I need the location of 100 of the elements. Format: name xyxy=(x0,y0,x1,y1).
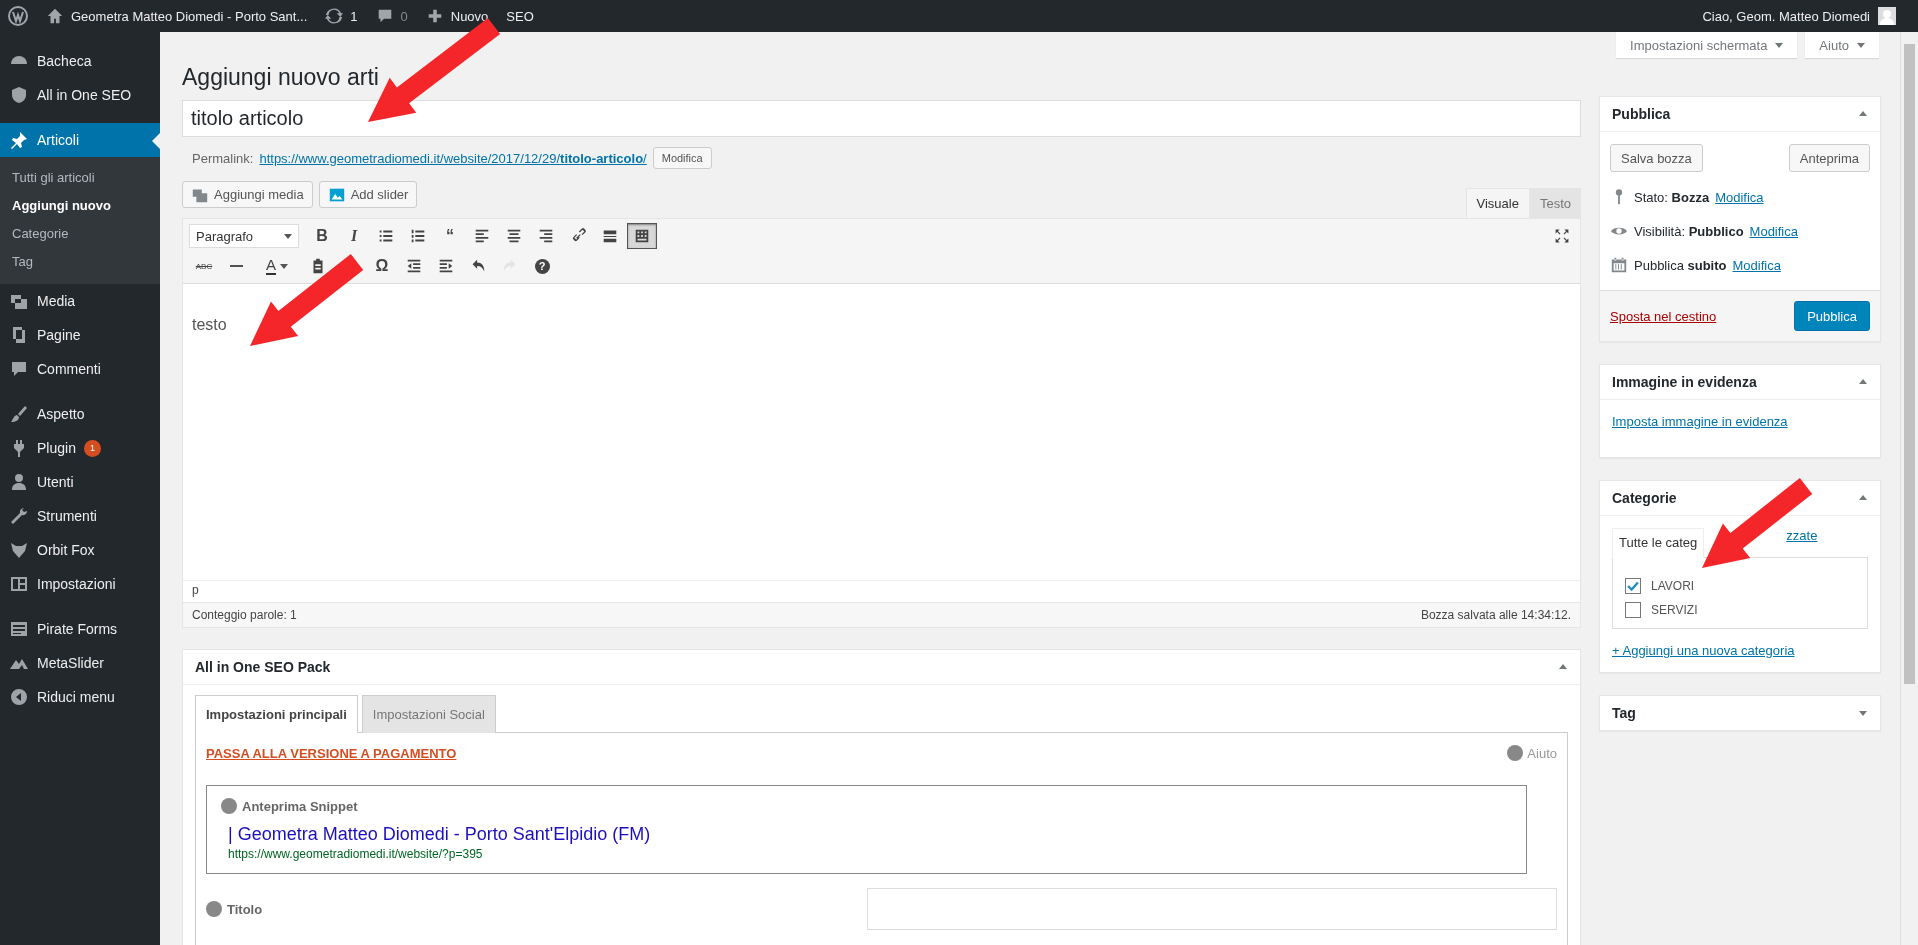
comments-count[interactable]: 0 xyxy=(400,8,408,24)
sidebar-menu-item[interactable]: Bacheca xyxy=(0,44,160,78)
publish-setting-text: Visibilità: Pubblico xyxy=(1634,223,1744,239)
page-heading: Aggiungi nuovo arti xyxy=(182,63,380,92)
editor-tab[interactable]: Testo xyxy=(1529,188,1581,218)
submenu-item[interactable]: Tag xyxy=(0,248,160,276)
add-category-link[interactable]: + Aggiungi una nuova categoria xyxy=(1612,643,1795,658)
sidebar-menu-item[interactable]: Aspetto xyxy=(0,397,160,431)
publish-setting-text: Pubblica subito xyxy=(1634,257,1727,273)
numbered-list-icon xyxy=(409,227,427,245)
refresh-icon[interactable] xyxy=(325,7,344,25)
site-name-link[interactable]: Geometra Matteo Diomedi - Porto Sant... xyxy=(71,8,308,24)
settings-tab[interactable]: Impostazioni principali xyxy=(195,695,358,733)
person-icon xyxy=(9,472,29,492)
seo-menu-link[interactable]: SEO xyxy=(506,8,534,24)
help-button[interactable]: ? xyxy=(527,253,557,279)
metabox-title: All in One SEO Pack xyxy=(195,659,331,675)
publish-setting-text: Stato: Bozza xyxy=(1634,189,1710,205)
word-count: Conteggio parole: 1 xyxy=(192,608,297,622)
toolbar-button[interactable]: “ xyxy=(435,223,465,249)
sidebar-menu-item[interactable]: Impostazioni xyxy=(0,567,160,601)
scrollbar[interactable] xyxy=(1900,32,1918,945)
toolbar-button[interactable]: I xyxy=(339,223,369,249)
sidebar-menu-item[interactable]: Commenti xyxy=(0,352,160,386)
sidebar-menu-item[interactable]: MetaSlider xyxy=(0,646,160,680)
sidebar-menu-item[interactable]: All in One SEO xyxy=(0,78,160,112)
sidebar-menu-item[interactable]: Plugin 1 xyxy=(0,431,160,465)
sidebar-menu-item[interactable]: Media xyxy=(0,284,160,318)
sidebar-menu-item[interactable]: Pagine xyxy=(0,318,160,352)
preview-button[interactable]: Anteprima xyxy=(1788,144,1870,172)
edit-link[interactable]: Modifica xyxy=(1732,257,1781,273)
collapse-arrow-icon[interactable] xyxy=(1858,109,1868,119)
sidebar-menu-item[interactable]: Orbit Fox xyxy=(0,533,160,567)
shield-icon xyxy=(9,85,29,105)
sidebar-menu-item[interactable]: Strumenti xyxy=(0,499,160,533)
publish-button[interactable]: Pubblica xyxy=(1794,301,1870,331)
edit-permalink-button[interactable]: Modifica xyxy=(652,147,712,169)
sidebar-menu-item[interactable]: Pirate Forms xyxy=(0,612,160,646)
snippet-label: Anteprima Snippet xyxy=(242,798,358,814)
metabox-title: Immagine in evidenza xyxy=(1612,374,1757,390)
collapse-arrow-icon[interactable] xyxy=(1858,708,1868,718)
outdent-icon xyxy=(405,257,423,275)
toolbar-toggle-button[interactable] xyxy=(627,223,657,249)
horizontal-line-icon xyxy=(229,265,243,267)
help-icon[interactable] xyxy=(1507,745,1524,761)
toolbar-button[interactable]: Ω xyxy=(367,253,397,279)
edit-link[interactable]: Modifica xyxy=(1715,189,1764,205)
speech-bubble-icon xyxy=(9,359,29,379)
align-center-icon xyxy=(505,227,523,245)
category-tab[interactable]: Tutte le categ xyxy=(1612,528,1705,558)
fullscreen-icon[interactable] xyxy=(1554,228,1570,244)
permalink-link[interactable]: https://www.geometradiomedi.it/website/2017/12/29/titolo-articolo/ xyxy=(259,150,647,166)
screen-meta-tab[interactable]: Impostazioni schermata xyxy=(1616,32,1798,58)
collapse-arrow-icon[interactable] xyxy=(1558,662,1568,672)
text-color-button[interactable]: A xyxy=(253,253,301,279)
brush-icon xyxy=(9,404,29,424)
sidebar-menu-item[interactable]: Articoli xyxy=(0,123,160,157)
sidebar-menu-item[interactable]: Riduci menu xyxy=(0,680,160,714)
help-icon[interactable] xyxy=(206,901,222,917)
upgrade-link[interactable]: PASSA ALLA VERSIONE A PAGAMENTO xyxy=(206,745,457,761)
title-field[interactable]: titolo articolo xyxy=(182,100,1581,137)
account-greeting[interactable]: Ciao, Geom. Matteo Diomedi xyxy=(1702,8,1870,24)
metabox-title: Tag xyxy=(1612,705,1636,721)
category-checkbox[interactable] xyxy=(1625,602,1641,618)
indent-icon xyxy=(437,257,455,275)
toolbar-toggle-icon xyxy=(633,227,651,245)
editor-tab[interactable]: Visuale xyxy=(1465,188,1530,218)
new-menu-link[interactable]: Nuovo xyxy=(450,8,489,24)
settings-tab[interactable]: Impostazioni Social xyxy=(361,695,496,733)
scrollbar-thumb[interactable] xyxy=(1904,44,1915,684)
home-icon[interactable] xyxy=(46,7,64,25)
help-icon[interactable] xyxy=(221,798,237,814)
title-input-field[interactable] xyxy=(867,888,1557,930)
logo-circle-icon[interactable] xyxy=(8,6,28,26)
collapse-arrow-icon xyxy=(9,687,29,707)
add-slider-button[interactable]: Add slider xyxy=(318,181,418,208)
sidebar-menu-item[interactable]: Utenti xyxy=(0,465,160,499)
format-dropdown[interactable]: Paragrafo xyxy=(189,224,299,248)
set-featured-image-link[interactable]: Imposta immagine in evidenza xyxy=(1612,414,1788,429)
save-draft-button[interactable]: Salva bozza xyxy=(1610,144,1703,172)
submenu-item[interactable]: Aggiungi nuovo xyxy=(0,192,160,220)
submenu-item[interactable]: Tutti gli articoli xyxy=(0,164,160,192)
post-body-text: testo xyxy=(192,316,228,334)
submenu-item[interactable]: Categorie xyxy=(0,220,160,248)
category-tab[interactable]: zzate xyxy=(1786,528,1818,558)
metabox-title: Categorie xyxy=(1612,490,1677,506)
toolbar-button[interactable]: ABC xyxy=(189,253,219,279)
edit-link[interactable]: Modifica xyxy=(1749,223,1798,239)
category-label: LAVORI xyxy=(1651,579,1695,593)
category-checkbox[interactable] xyxy=(1625,578,1641,594)
element-path: p xyxy=(192,583,199,597)
calendar-icon xyxy=(1610,256,1628,274)
add-media-button[interactable]: Aggiungi media xyxy=(182,181,313,208)
align-left-icon xyxy=(473,227,491,245)
toolbar-button[interactable]: B xyxy=(307,223,337,249)
collapse-arrow-icon[interactable] xyxy=(1858,493,1868,503)
updates-count[interactable]: 1 xyxy=(350,8,358,24)
move-to-trash-link[interactable]: Sposta nel cestino xyxy=(1610,308,1717,324)
screen-meta-tab[interactable]: Aiuto xyxy=(1805,32,1879,58)
collapse-arrow-icon[interactable] xyxy=(1858,377,1868,387)
